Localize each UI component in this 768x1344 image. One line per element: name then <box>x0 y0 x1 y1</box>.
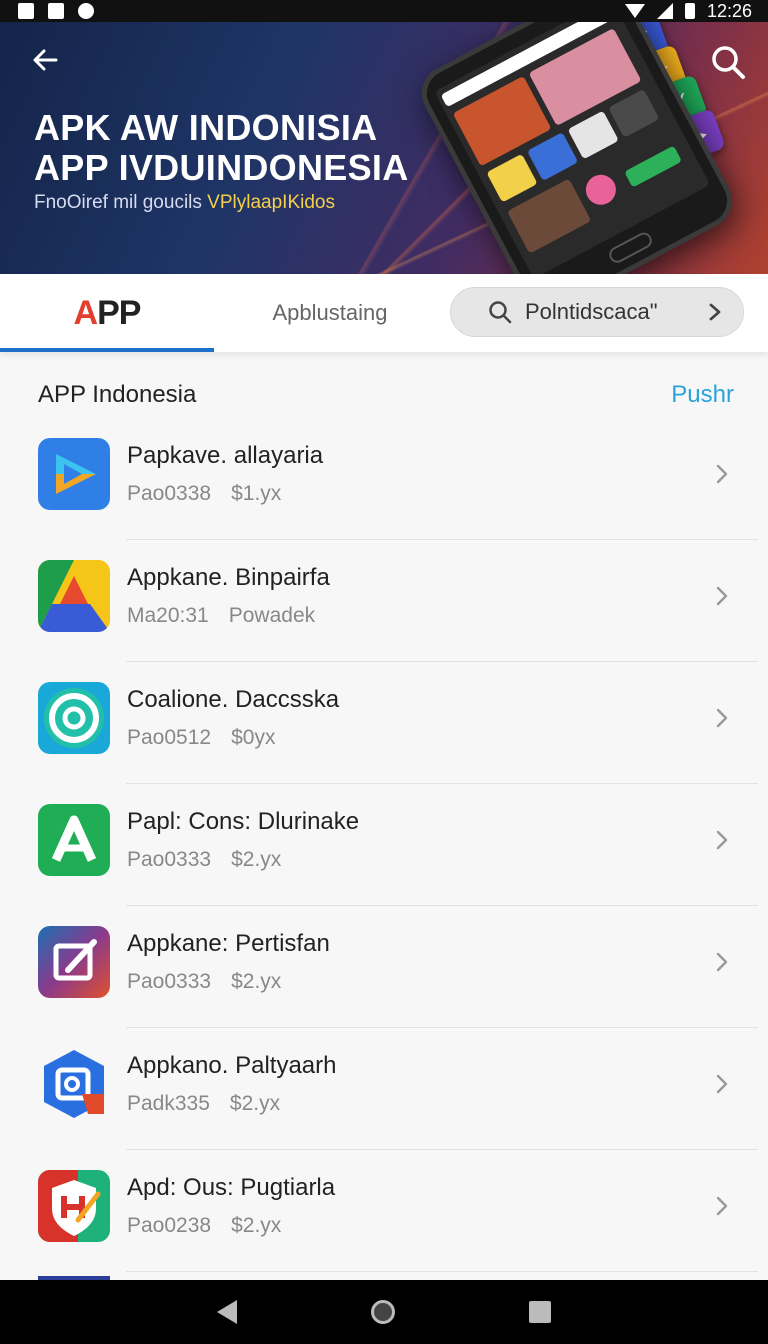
app-price: Powadek <box>228 604 316 627</box>
signal-icon <box>656 3 673 19</box>
app-meta: Pao0333 $2.yx <box>127 970 281 994</box>
app-list-item[interactable]: Appkane: Pertisfan Pao0333 $2.yx <box>0 906 768 1028</box>
app-code: Ma20:31 <box>127 604 209 627</box>
app-meta: Pao0333 $2.yx <box>127 848 281 872</box>
app-name: Appkane. Binpairfa <box>127 564 330 591</box>
app-price: $2.yx <box>231 970 282 993</box>
app-name: Apd: Ous: Pugtiarla <box>127 1174 336 1201</box>
app-logo: APP <box>73 293 142 333</box>
app-meta: Ma20:31 Powadek <box>127 604 315 628</box>
hero-subtitle-highlight: VPlylaapIKidos <box>207 192 335 213</box>
app-price: $2.yx <box>231 1214 282 1237</box>
battery-icon <box>684 3 695 19</box>
chevron-right-icon <box>716 830 728 850</box>
chevron-right-icon <box>716 1074 728 1094</box>
search-icon <box>712 46 745 79</box>
chevron-right-icon <box>716 464 728 484</box>
hexagon-app-icon <box>38 1048 110 1120</box>
section-header: APP Indonesia Pushr <box>38 380 734 410</box>
app-meta: Padk335 $2.yx <box>127 1092 280 1116</box>
tab-app[interactable]: APP <box>0 274 214 352</box>
play-triangle-icon <box>38 438 110 510</box>
shield-icon <box>38 1170 110 1242</box>
nav-recents-icon[interactable] <box>529 1301 551 1323</box>
hero-title-line-1: APK AW INDONISIA <box>34 107 378 148</box>
app-meta: Pao0512 $0yx <box>127 726 275 750</box>
settings-notification-icon <box>78 3 94 19</box>
app-name: Appkano. Paltyaarh <box>127 1052 337 1079</box>
app-meta: Pao0238 $2.yx <box>127 1214 281 1238</box>
clock: 12:26 <box>706 0 752 21</box>
search-icon <box>489 301 512 324</box>
chevron-right-icon <box>716 1196 728 1216</box>
app-list-item[interactable]: Apd: Ous: Pugtiarla Pao0238 $2.yx <box>0 1150 768 1272</box>
app-code: Pao0238 <box>127 1214 212 1237</box>
status-bar: 12:26 <box>0 0 768 22</box>
app-code: Pao0338 <box>127 482 212 505</box>
section-title: APP Indonesia <box>38 381 197 408</box>
app-code: Pao0333 <box>127 970 212 993</box>
app-list-item[interactable]: Papl: Cons: Dlurinake Pao0333 $2.yx <box>0 784 768 906</box>
app-meta: Pao0338 $1.yx <box>127 482 281 506</box>
section-action-link[interactable]: Pushr <box>671 381 734 409</box>
hero-subtitle: FnoOiref mil goucils VPlylaapIKidos <box>34 192 335 214</box>
nav-back-icon[interactable] <box>217 1300 237 1324</box>
chevron-right-icon <box>709 303 721 321</box>
app-price: $2.yx <box>231 848 282 871</box>
hero-title-line-2: APP IVDUINDONESIA <box>34 147 409 188</box>
app-list-item[interactable]: Appkane. Binpairfa Ma20:31 Powadek <box>0 540 768 662</box>
edit-square-icon <box>38 926 110 998</box>
system-indicators: 12:26 <box>624 0 752 22</box>
app-price: $2.yx <box>229 1092 281 1115</box>
hero-title: APK AW INDONISIA APP IVDUINDONESIA <box>34 108 454 188</box>
row-divider <box>126 1271 758 1272</box>
notification-icons <box>18 3 94 19</box>
app-price: $1.yx <box>231 482 282 505</box>
wifi-icon <box>624 4 645 18</box>
download-icon <box>18 3 34 19</box>
chevron-right-icon <box>716 952 728 972</box>
drive-triangle-icon <box>38 560 110 632</box>
letter-a-icon <box>38 804 110 876</box>
search-pill[interactable]: Polntidscaca" <box>450 287 744 337</box>
tab-apblustaing[interactable]: Apblustaing <box>214 274 446 352</box>
search-pill-text: Polntidscaca" <box>525 299 658 324</box>
app-code: Padk335 <box>127 1092 210 1115</box>
chevron-right-icon <box>716 586 728 606</box>
back-button[interactable] <box>28 42 64 78</box>
app-list: Papkave. allayaria Pao0338 $1.yx Appkane.… <box>0 418 768 1272</box>
hero-subtitle-text: FnoOiref mil goucils <box>34 192 208 213</box>
app-name: Appkane: Pertisfan <box>127 930 330 957</box>
app-code: Pao0512 <box>127 726 212 749</box>
app-price: $0yx <box>231 726 276 749</box>
nav-home-icon[interactable] <box>371 1300 395 1324</box>
arrow-left-icon <box>33 49 58 71</box>
app-code: Pao0333 <box>127 848 212 871</box>
app-list-item[interactable]: Coalione. Daccsska Pao0512 $0yx <box>0 662 768 784</box>
system-nav-bar <box>0 1280 768 1344</box>
app-name: Coalione. Daccsska <box>127 686 340 713</box>
hero-banner: APK AW INDONISIA APP IVDUINDONESIA FnoOi… <box>0 22 768 274</box>
app-logo-letter-a: A <box>73 293 99 332</box>
app-list-item[interactable]: Appkano. Paltyaarh Padk335 $2.yx <box>0 1028 768 1150</box>
active-tab-indicator <box>0 348 214 352</box>
ring-icon <box>38 682 110 754</box>
app-name: Papkave. allayaria <box>127 442 324 469</box>
no-sim-icon <box>48 3 64 19</box>
search-button[interactable] <box>708 42 748 82</box>
chevron-right-icon <box>716 708 728 728</box>
app-name: Papl: Cons: Dlurinake <box>127 808 360 835</box>
app-logo-letters: PP <box>97 293 141 332</box>
app-list-item[interactable]: Papkave. allayaria Pao0338 $1.yx <box>0 418 768 540</box>
tab-bar: APP Apblustaing Polntidscaca" <box>0 274 768 352</box>
